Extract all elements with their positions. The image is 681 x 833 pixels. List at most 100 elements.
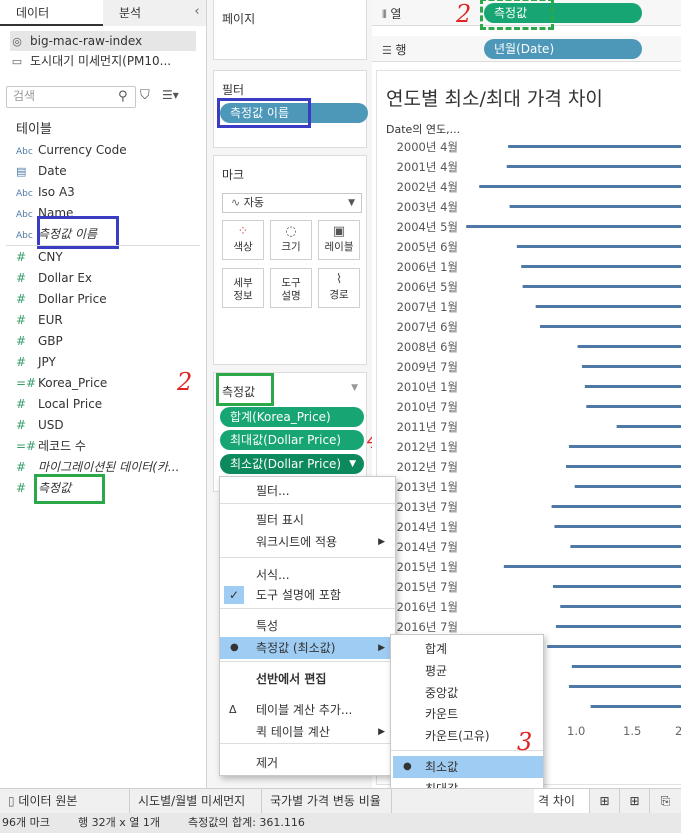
annotation-number: 2 bbox=[456, 0, 472, 28]
rows-shelf[interactable]: ☰ 행 년월(Date) bbox=[372, 36, 681, 62]
filters-card[interactable]: 필터 측정값 이름 bbox=[213, 70, 368, 148]
collapse-pane-icon[interactable]: ‹ bbox=[190, 4, 204, 20]
bar[interactable] bbox=[503, 565, 681, 568]
field-jpy[interactable]: # JPY bbox=[16, 352, 56, 372]
chevron-down-icon: ▼ bbox=[348, 198, 355, 208]
datasource-item-bigmac[interactable]: ◎ big-mac-raw-index bbox=[10, 31, 196, 51]
row-label: 2004년 5월 bbox=[397, 220, 458, 234]
bar[interactable] bbox=[508, 145, 681, 148]
menu-item[interactable]: ✓ 도구 설명에 포함 bbox=[220, 584, 395, 606]
bar[interactable] bbox=[586, 405, 681, 408]
bar[interactable] bbox=[535, 305, 681, 308]
bar[interactable] bbox=[566, 465, 681, 468]
tab-sheet-pm10[interactable]: 시도별/월별 미세먼지 bbox=[130, 789, 262, 814]
new-worksheet-icon[interactable]: ⊞ bbox=[590, 789, 620, 814]
bar[interactable] bbox=[584, 385, 681, 388]
aggregation-item[interactable]: 평균 bbox=[393, 660, 543, 682]
field-dollar-price[interactable]: # Dollar Price bbox=[16, 289, 107, 309]
menu-item[interactable]: 필터... bbox=[220, 480, 395, 502]
aggregation-item[interactable]: 중앙값 bbox=[393, 682, 543, 704]
bar[interactable] bbox=[616, 425, 681, 428]
field-dollar-ex[interactable]: # Dollar Ex bbox=[16, 268, 92, 288]
field-currency-code[interactable]: Abc Currency Code bbox=[16, 140, 127, 160]
aggregation-item[interactable]: 합계 bbox=[393, 638, 543, 660]
columns-shelf[interactable]: ⦀ 열 측정값 2 bbox=[372, 0, 681, 30]
bar[interactable] bbox=[506, 165, 681, 168]
new-dashboard-icon[interactable]: ⊞ bbox=[620, 789, 650, 814]
bar[interactable] bbox=[479, 185, 681, 188]
bar[interactable] bbox=[581, 365, 681, 368]
tab-sheet-price-change[interactable]: 국가별 가격 변동 비율 bbox=[262, 789, 392, 814]
field-date[interactable]: ▤ Date bbox=[16, 161, 67, 181]
field-local-price[interactable]: # Local Price bbox=[16, 394, 102, 414]
menu-item[interactable]: 선반에서 편집 bbox=[220, 668, 395, 690]
menu-item[interactable]: 서식... bbox=[220, 564, 395, 586]
menu-item-label: 카운트(고유) bbox=[425, 729, 490, 743]
row-label: 2003년 4월 bbox=[397, 200, 458, 214]
field-usd[interactable]: # USD bbox=[16, 415, 64, 435]
bar[interactable] bbox=[516, 245, 681, 248]
menu-item[interactable]: 제거 bbox=[220, 752, 395, 774]
bar[interactable] bbox=[466, 225, 681, 228]
bar[interactable] bbox=[570, 545, 681, 548]
bar[interactable] bbox=[509, 205, 681, 208]
field-korea-price[interactable]: =# Korea_Price bbox=[16, 373, 107, 393]
row-axis-header[interactable]: Date의 연도,... bbox=[386, 121, 460, 137]
tab-data-source[interactable]: ▯ 데이터 원본 bbox=[0, 789, 130, 814]
tab-data[interactable]: 데이터 bbox=[0, 0, 103, 26]
bar[interactable] bbox=[553, 585, 681, 588]
mark-color-button[interactable]: ⁘ 색상 bbox=[222, 220, 264, 260]
bar[interactable] bbox=[522, 285, 681, 288]
field-iso-a3[interactable]: Abc Iso A3 bbox=[16, 182, 75, 202]
check-icon: ✓ bbox=[224, 586, 244, 604]
mark-type-dropdown[interactable]: ∿ 자동 ▼ bbox=[222, 193, 362, 213]
filter-icon[interactable]: ⛉ bbox=[140, 88, 154, 104]
bar[interactable] bbox=[574, 485, 681, 488]
aggregation-item[interactable]: ● 최소값 bbox=[393, 756, 543, 778]
bar[interactable] bbox=[577, 345, 681, 348]
aggregation-item[interactable]: 카운트 bbox=[393, 703, 543, 725]
field-cny[interactable]: # CNY bbox=[16, 247, 63, 267]
field-record-count[interactable]: =# 레코드 수 bbox=[16, 436, 86, 456]
bar[interactable] bbox=[555, 625, 681, 628]
search-icon[interactable]: ⚲ bbox=[118, 89, 128, 104]
measure-pill-max-dollar-price[interactable]: 최대값(Dollar Price) bbox=[220, 430, 364, 450]
menu-item[interactable]: Δ 테이블 계산 추가... bbox=[220, 699, 395, 721]
bar[interactable] bbox=[560, 605, 681, 608]
menu-item[interactable]: ● 측정값 (최소값) ▶ bbox=[220, 637, 395, 659]
annotation-box-blue bbox=[217, 98, 311, 128]
search-input[interactable]: 검색 bbox=[6, 86, 136, 108]
mark-detail-button[interactable]: 세부 정보 bbox=[222, 268, 264, 308]
menu-item[interactable]: 퀵 테이블 계산 ▶ bbox=[220, 721, 395, 743]
mark-size-button[interactable]: ◌ 크기 bbox=[270, 220, 312, 260]
chevron-down-icon[interactable]: ▼ bbox=[351, 383, 358, 393]
field-gbp[interactable]: # GBP bbox=[16, 331, 63, 351]
string-type-icon: Abc bbox=[16, 189, 33, 199]
bar[interactable] bbox=[551, 505, 681, 508]
measure-pill-sum-korea-price[interactable]: 합계(Korea_Price) bbox=[220, 407, 364, 427]
bar[interactable] bbox=[547, 645, 681, 648]
view-list-icon[interactable]: ☰▾ bbox=[162, 88, 184, 104]
mark-tooltip-button[interactable]: 도구 설명 bbox=[270, 268, 312, 308]
new-story-icon[interactable]: ⎘ bbox=[650, 789, 681, 814]
bar[interactable] bbox=[568, 685, 681, 688]
row-label: 2008년 6월 bbox=[397, 340, 458, 354]
datasource-item-pm10[interactable]: ▭ 도시대기 미세먼지(PM10... bbox=[10, 51, 171, 71]
mark-path-button[interactable]: ⌇ 경로 bbox=[318, 268, 360, 308]
bar[interactable] bbox=[571, 665, 681, 668]
rows-pill-month-date[interactable]: 년월(Date) bbox=[484, 39, 642, 59]
bar[interactable] bbox=[568, 445, 681, 448]
field-eur[interactable]: # EUR bbox=[16, 310, 63, 330]
menu-item[interactable]: 특성 bbox=[220, 615, 395, 637]
bar[interactable] bbox=[539, 325, 681, 328]
bar[interactable] bbox=[590, 705, 681, 708]
menu-item[interactable]: 필터 표시 bbox=[220, 509, 395, 531]
measure-pill-min-dollar-price[interactable]: 최소값(Dollar Price) ▼ bbox=[220, 454, 364, 474]
menu-item[interactable]: 워크시트에 적용 ▶ bbox=[220, 531, 395, 553]
bar[interactable] bbox=[521, 265, 681, 268]
filters-title: 필터 bbox=[222, 83, 245, 97]
tab-sheet-price-diff[interactable]: 격 차이 bbox=[534, 789, 590, 814]
bar[interactable] bbox=[554, 525, 681, 528]
pages-card[interactable]: 페이지 bbox=[213, 0, 367, 60]
mark-label-button[interactable]: ▣ 레이블 bbox=[318, 220, 360, 260]
